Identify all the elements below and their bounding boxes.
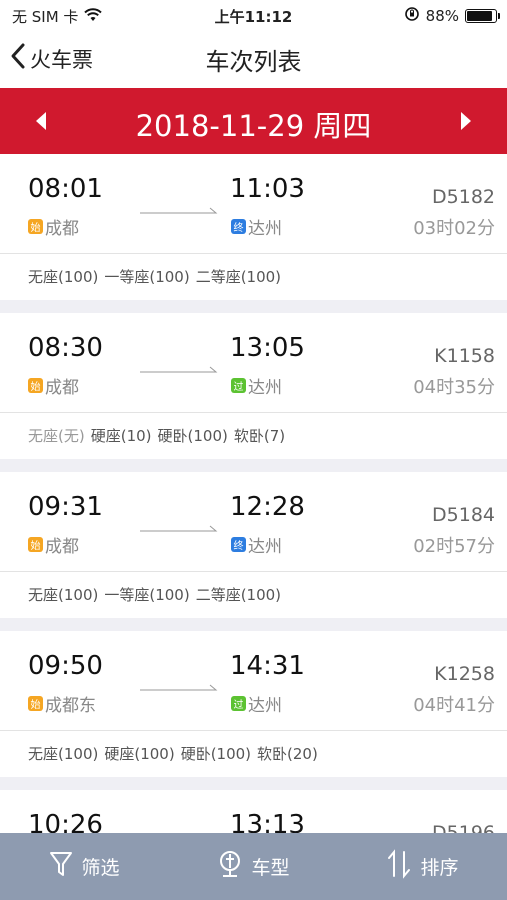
arrival-station: 终 达州 [231, 532, 282, 557]
date-bar: 2018-11-29 周四 [0, 88, 507, 154]
seat-availability: 无座(100) [28, 745, 99, 763]
nav-bar: 火车票 车次列表 [0, 30, 507, 88]
train-summary[interactable]: 08:30 始 成都 13:05 过 达州 K1158 04时35分 [0, 313, 507, 413]
travel-duration: 02时57分 [413, 536, 495, 557]
seat-availability: 软卧(20) [257, 745, 318, 763]
departure-badge: 始 [28, 219, 43, 234]
seat-availability: 硬卧(100) [157, 427, 228, 445]
battery-icon [465, 9, 500, 23]
train-summary[interactable]: 09:50 始 成都东 14:31 过 达州 K1258 04时41分 [0, 631, 507, 731]
travel-duration: 04时41分 [413, 695, 495, 716]
orientation-lock-icon [404, 6, 420, 26]
departure-station-name: 成都 [45, 378, 79, 398]
travel-duration: 03时02分 [413, 218, 495, 239]
train-item[interactable]: 09:50 始 成都东 14:31 过 达州 K1258 04时41分 无座(1… [0, 631, 507, 777]
departure-station: 始 成都 [28, 532, 79, 557]
departure-time: 08:01 [28, 174, 103, 204]
seat-list: 无座(无) 硬座(10) 硬卧(100) 软卧(7) [0, 413, 507, 459]
departure-badge: 始 [28, 696, 43, 711]
seat-availability: 硬座(10) [90, 427, 152, 445]
seat-availability: 无座(100) [28, 586, 99, 604]
departure-station-name: 成都 [45, 219, 79, 239]
seat-availability: 一等座(100) [104, 586, 190, 604]
departure-time: 09:50 [28, 651, 103, 681]
filter-button[interactable]: 筛选 [0, 833, 169, 900]
train-item[interactable]: 10:26 始 成都东 13:13 终 达州 D5196 02时47分 [0, 790, 507, 833]
sort-button[interactable]: 排序 [338, 833, 507, 900]
departure-badge: 始 [28, 537, 43, 552]
seat-list: 无座(100) 一等座(100) 二等座(100) [0, 572, 507, 618]
train-number: D5184 [432, 504, 495, 526]
arrival-station: 终 达州 [231, 214, 282, 239]
train-item[interactable]: 09:31 始 成都 12:28 终 达州 D5184 02时57分 无座(10… [0, 472, 507, 618]
seat-availability: 硬卧(100) [180, 745, 252, 763]
departure-time: 08:30 [28, 333, 103, 363]
arrival-badge: 过 [231, 696, 246, 711]
arrival-station-name: 达州 [248, 537, 282, 557]
train-summary[interactable]: 08:01 始 成都 11:03 终 达州 D5182 03时02分 [0, 154, 507, 254]
arrival-time: 13:05 [230, 333, 305, 363]
train-number: K1258 [434, 663, 495, 685]
train-type-label: 车型 [251, 857, 290, 879]
seat-availability: 软卧(7) [233, 427, 286, 445]
bottom-toolbar: 筛选 车型 排序 [0, 833, 507, 900]
arrival-badge: 终 [231, 219, 246, 234]
departure-station-name: 成都 [45, 537, 79, 557]
departure-time: 09:31 [28, 492, 103, 522]
triangle-right-icon [461, 112, 471, 130]
battery-percent: 88% [425, 7, 459, 25]
seat-availability: 硬座(100) [104, 745, 175, 763]
arrival-station-name: 达州 [248, 378, 282, 398]
train-summary[interactable]: 09:31 始 成都 12:28 终 达州 D5184 02时57分 [0, 472, 507, 572]
seat-availability: 二等座(100) [195, 268, 282, 286]
departure-time: 10:26 [28, 810, 103, 833]
departure-station: 始 成都东 [28, 691, 96, 716]
page-title: 车次列表 [205, 48, 302, 76]
arrow-right-icon [140, 684, 218, 691]
train-list[interactable]: 08:01 始 成都 11:03 终 达州 D5182 03时02分 无座(10… [0, 154, 507, 833]
seat-availability: 二等座(100) [195, 586, 282, 604]
arrow-right-icon [140, 366, 218, 373]
selected-date[interactable]: 2018-11-29 周四 [0, 103, 507, 145]
seat-list: 无座(100) 硬座(100) 硬卧(100) 软卧(20) [0, 731, 507, 777]
train-summary[interactable]: 10:26 始 成都东 13:13 终 达州 D5196 02时47分 [0, 790, 507, 833]
arrival-station-name: 达州 [248, 696, 282, 716]
train-number: D5196 [432, 822, 495, 833]
filter-icon [49, 850, 73, 883]
seat-list: 无座(100) 一等座(100) 二等座(100) [0, 254, 507, 300]
travel-duration: 04时35分 [413, 377, 495, 398]
arrival-time: 11:03 [230, 174, 305, 204]
seat-availability: 无座(无) [28, 427, 85, 445]
arrival-time: 12:28 [230, 492, 305, 522]
train-type-button[interactable]: 车型 [169, 833, 338, 900]
seat-availability: 一等座(100) [104, 268, 190, 286]
sort-label: 排序 [420, 857, 459, 879]
train-number: D5182 [432, 186, 495, 208]
arrival-badge: 终 [231, 537, 246, 552]
status-bar: 无 SIM 卡 上午11:12 88% [0, 0, 507, 30]
train-item[interactable]: 08:01 始 成都 11:03 终 达州 D5182 03时02分 无座(10… [0, 154, 507, 300]
arrow-right-icon [140, 207, 218, 214]
arrival-station: 过 达州 [231, 373, 282, 398]
arrival-time: 13:13 [230, 810, 305, 833]
departure-station: 始 成都 [28, 373, 79, 398]
arrow-right-icon [140, 525, 218, 532]
departure-station-name: 成都东 [45, 696, 96, 716]
seat-availability: 无座(100) [28, 268, 99, 286]
train-item[interactable]: 08:30 始 成都 13:05 过 达州 K1158 04时35分 无座(无)… [0, 313, 507, 459]
train-type-icon [217, 850, 243, 883]
arrival-station: 过 达州 [231, 691, 282, 716]
arrival-badge: 过 [231, 378, 246, 393]
status-right: 88% [404, 6, 500, 26]
departure-badge: 始 [28, 378, 43, 393]
departure-station: 始 成都 [28, 214, 79, 239]
train-number: K1158 [434, 345, 495, 367]
sort-icon [386, 849, 412, 884]
next-day-button[interactable] [455, 110, 477, 132]
arrival-time: 14:31 [230, 651, 305, 681]
filter-label: 筛选 [81, 857, 120, 879]
arrival-station-name: 达州 [248, 219, 282, 239]
